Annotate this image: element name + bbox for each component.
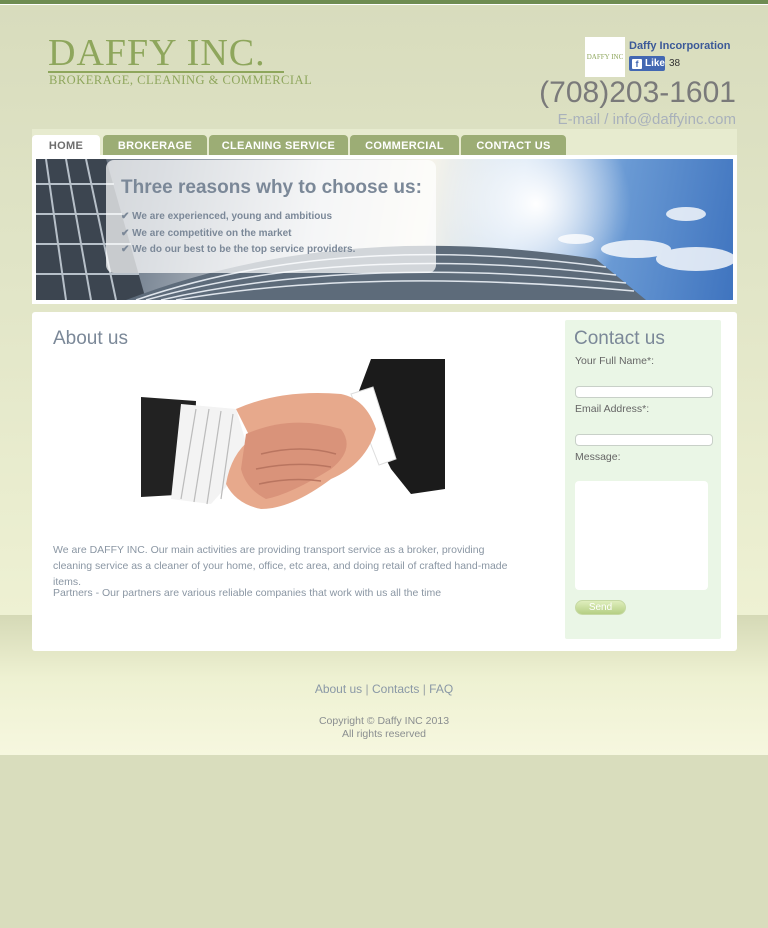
tab-brokerage[interactable]: BROKERAGE xyxy=(103,135,207,157)
tab-home[interactable]: HOME xyxy=(32,135,100,157)
like-label: Like xyxy=(644,58,665,69)
message-label: Message: xyxy=(575,451,621,463)
email-field[interactable] xyxy=(575,434,713,446)
facebook-page-name[interactable]: Daffy Incorporation xyxy=(629,40,730,52)
check-icon: ✔ xyxy=(121,211,130,222)
handshake-image xyxy=(141,359,445,509)
footer-link-contacts[interactable]: Contacts xyxy=(372,682,419,696)
reason-item: ✔ We are experienced, young and ambitiou… xyxy=(121,211,332,222)
tab-contact-us[interactable]: CONTACT US xyxy=(461,135,566,157)
footer-separator: | xyxy=(365,682,369,696)
facebook-f-icon: f xyxy=(632,58,642,69)
email-link[interactable]: E-mail / info@daffyinc.com xyxy=(558,111,736,128)
reason-text: We do our best to be the top service pro… xyxy=(132,244,356,255)
like-count: 38 xyxy=(669,58,681,69)
reason-item: ✔ We are competitive on the market xyxy=(121,228,291,239)
facebook-like-button[interactable]: f Like xyxy=(629,56,665,71)
message-textarea[interactable] xyxy=(575,481,708,590)
reason-text: We are experienced, young and ambitious xyxy=(132,211,333,222)
name-label: Your Full Name*: xyxy=(575,355,654,367)
mini-logo-text: DAFFY INC xyxy=(586,53,624,61)
check-icon: ✔ xyxy=(121,244,130,255)
email-label: Email Address*: xyxy=(575,403,650,415)
page-bottom xyxy=(0,755,768,928)
copyright-text: Copyright © Daffy INC 2013 xyxy=(318,715,450,727)
name-field[interactable] xyxy=(575,386,713,398)
footer-link-about[interactable]: About us xyxy=(315,682,362,696)
footer-separator: | xyxy=(422,682,426,696)
footer-link-faq[interactable]: FAQ xyxy=(429,682,453,696)
tab-commercial[interactable]: COMMERCIAL xyxy=(350,135,459,157)
about-paragraph: We are DAFFY INC. Our main activities ar… xyxy=(53,544,508,588)
tab-cleaning-service[interactable]: CLEANING SERVICE xyxy=(209,135,348,157)
about-title: About us xyxy=(53,328,128,349)
facebook-page-thumbnail[interactable]: DAFFY INC xyxy=(585,37,625,77)
partners-paragraph: Partners - Our partners are various reli… xyxy=(53,587,442,599)
footer-links: About us | Contacts | FAQ xyxy=(0,682,768,696)
brand-tagline: BROKERAGE, CLEANING & COMMERCIAL xyxy=(49,73,313,87)
contact-panel xyxy=(565,320,721,639)
send-button[interactable]: Send xyxy=(575,600,626,615)
phone-number: (708)203-1601 xyxy=(539,76,736,109)
check-icon: ✔ xyxy=(121,228,130,239)
contact-title: Contact us xyxy=(574,328,665,349)
brand-logo-title[interactable]: DAFFY INC. xyxy=(48,34,266,72)
reason-text: We are competitive on the market xyxy=(132,228,292,239)
rights-text: All rights reserved xyxy=(341,728,427,740)
reason-item: ✔ We do our best to be the top service p… xyxy=(121,244,355,255)
reasons-title: Three reasons why to choose us: xyxy=(121,177,422,198)
